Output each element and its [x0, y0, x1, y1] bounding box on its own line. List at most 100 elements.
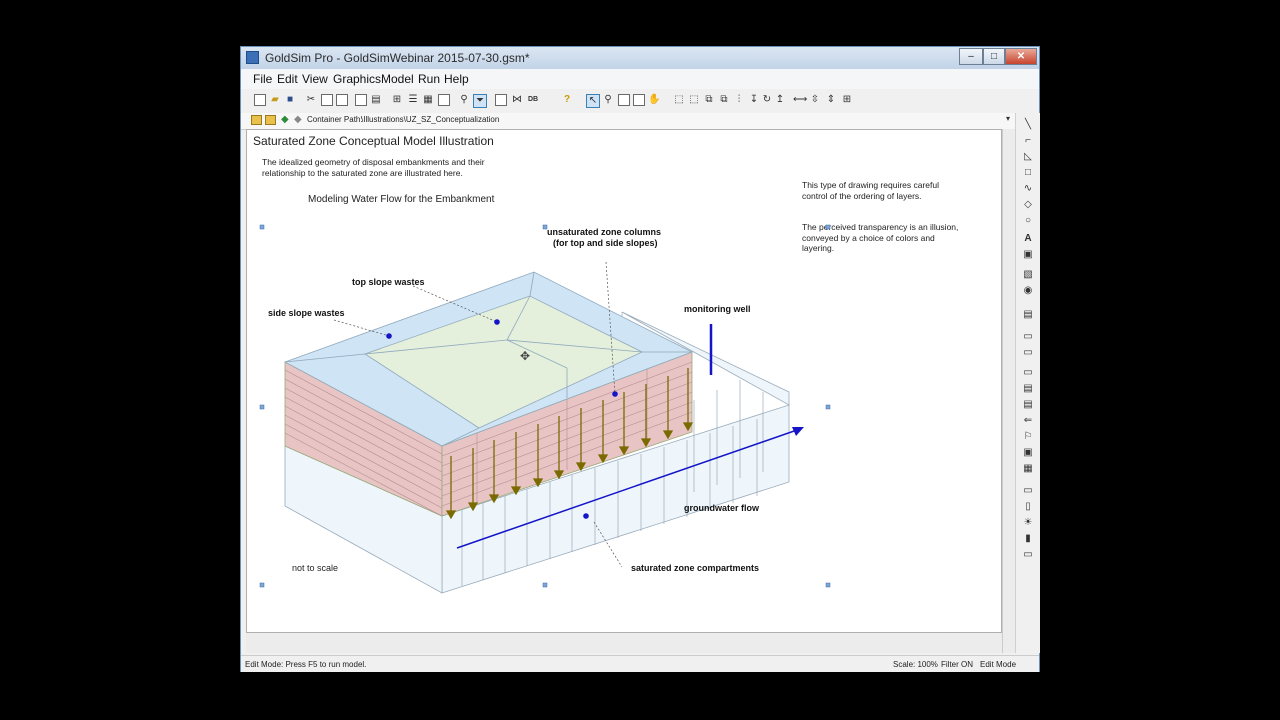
- zoom-area-icon[interactable]: [618, 94, 630, 106]
- path-dropdown-icon[interactable]: ▾: [1006, 114, 1010, 123]
- menu-model[interactable]: Model: [381, 72, 414, 86]
- title-bar[interactable]: GoldSim Pro - GoldSimWebinar 2015-07-30.…: [241, 47, 1039, 69]
- grid-icon[interactable]: ⊞: [841, 94, 853, 106]
- links-icon[interactable]: ⋈: [511, 94, 523, 106]
- help-icon[interactable]: ?: [561, 94, 573, 106]
- graphics-palette: ╲ ⌐ ◺ □ ∿ ◇ ○ A ▣ ▧ ◉ ▤ ▭ ▭ ▭ ▤ ▤ ⇐ ⚐ ▣ …: [1015, 113, 1040, 653]
- ungroup-icon[interactable]: ⬚: [688, 94, 700, 106]
- space-vertical-icon[interactable]: ⇳: [809, 94, 821, 106]
- move-cursor-icon: ✥: [520, 349, 530, 363]
- image-tool-icon[interactable]: ▣: [1022, 249, 1034, 260]
- label-uz-columns-1: unsaturated zone columns: [547, 227, 662, 237]
- container-path-bar: ◆ ◆ Container Path: \Illustrations\UZ_SZ…: [241, 113, 1016, 130]
- element-expression-icon[interactable]: ▭: [1022, 367, 1034, 378]
- globe-icon[interactable]: ◉: [1022, 285, 1034, 296]
- align-icon[interactable]: ⫶: [733, 94, 745, 106]
- text-tool-icon[interactable]: A: [1022, 233, 1034, 244]
- main-toolbar: ▰ ■ ✂ ▤ ⊞ ☰ ▦ ⚲ ⏷ ⋈ DB ? ↖ ⚲ ✋ ⬚ ⬚ ⧉ ⧉ ⫶…: [241, 89, 1039, 114]
- select-pointer-icon[interactable]: ↖: [586, 94, 600, 108]
- rotate-options-icon[interactable]: ↥: [774, 94, 786, 106]
- insert-picture-icon[interactable]: ▧: [1022, 269, 1034, 280]
- label-sz-compartments: saturated zone compartments: [631, 563, 760, 573]
- element-external-icon[interactable]: ▭: [1022, 549, 1034, 560]
- window-title: GoldSim Pro - GoldSimWebinar 2015-07-30.…: [265, 51, 530, 65]
- print-icon[interactable]: ▤: [370, 94, 382, 106]
- label-side-slope: side slope wastes: [268, 308, 345, 318]
- pan-hand-icon[interactable]: ✋: [648, 94, 660, 106]
- menu-file[interactable]: File: [253, 72, 272, 86]
- minimize-button[interactable]: ‒: [959, 48, 983, 65]
- container-path-value[interactable]: \Illustrations\UZ_SZ_Conceptualization: [361, 115, 499, 124]
- folder-root-icon[interactable]: [265, 115, 276, 125]
- space-horizontal-icon[interactable]: ⟷: [793, 94, 807, 106]
- results-icon[interactable]: [495, 94, 507, 106]
- embankment-diagram: ✥: [259, 224, 831, 594]
- status-mode-message: Edit Mode: Press F5 to run model.: [245, 660, 367, 669]
- open-folder-icon[interactable]: ▰: [269, 94, 281, 106]
- menu-view[interactable]: View: [302, 72, 328, 86]
- element-stochastic-icon[interactable]: ▭: [1022, 347, 1034, 358]
- cut-icon[interactable]: ✂: [305, 94, 317, 106]
- menu-edit[interactable]: Edit: [277, 72, 298, 86]
- menu-run[interactable]: Run: [418, 72, 440, 86]
- print-preview-icon[interactable]: [355, 94, 367, 106]
- element-data-icon[interactable]: ▭: [1022, 331, 1034, 342]
- filter-icon[interactable]: ⏷: [473, 94, 487, 108]
- forward-arrow-icon[interactable]: ◆: [294, 114, 302, 125]
- model-canvas[interactable]: Saturated Zone Conceptual Model Illustra…: [246, 129, 1002, 633]
- move-down-icon[interactable]: ↧: [748, 94, 760, 106]
- element-table-icon[interactable]: ▤: [1022, 383, 1034, 394]
- freeform-tool-icon[interactable]: ◇: [1022, 199, 1034, 210]
- rotate-icon[interactable]: ↻: [761, 94, 773, 106]
- container-path-label: Container Path:: [307, 115, 363, 124]
- database-icon[interactable]: DB: [527, 94, 539, 106]
- maximize-button[interactable]: □: [983, 48, 1005, 65]
- label-not-to-scale: not to scale: [292, 563, 339, 573]
- copy-icon[interactable]: [321, 94, 333, 106]
- curve-tool-icon[interactable]: ∿: [1022, 183, 1034, 194]
- chart-icon[interactable]: [438, 94, 450, 106]
- binoculars-icon[interactable]: ⚲: [458, 94, 470, 106]
- list-icon[interactable]: ☰: [407, 94, 419, 106]
- group-icon[interactable]: ⬚: [673, 94, 685, 106]
- element-spreadsheet-icon[interactable]: ▮: [1022, 533, 1034, 544]
- bring-front-icon[interactable]: ⧉: [703, 94, 715, 106]
- close-button[interactable]: ✕: [1005, 48, 1037, 65]
- element-selector-icon[interactable]: ▯: [1022, 501, 1034, 512]
- folder-up-icon[interactable]: [251, 115, 262, 125]
- element-flag-icon[interactable]: ⚐: [1022, 431, 1034, 442]
- status-filter: Filter ON: [941, 660, 973, 669]
- rectangle-tool-icon[interactable]: □: [1022, 167, 1034, 178]
- zoom-fit-icon[interactable]: [633, 94, 645, 106]
- element-script-icon[interactable]: ▣: [1022, 447, 1034, 458]
- send-back-icon[interactable]: ⧉: [718, 94, 730, 106]
- save-icon[interactable]: ■: [284, 94, 296, 106]
- lightbulb-icon[interactable]: ☀: [1022, 517, 1034, 528]
- element-link-icon[interactable]: ⇐: [1022, 415, 1034, 426]
- element-timeseries-icon[interactable]: ▭: [1022, 485, 1034, 496]
- line-tool-icon[interactable]: ╲: [1022, 119, 1034, 130]
- tree-icon[interactable]: ⊞: [391, 94, 403, 106]
- back-arrow-icon[interactable]: ◆: [281, 114, 289, 125]
- element-container-icon[interactable]: ▤: [1022, 309, 1034, 320]
- polyline-tool-icon[interactable]: ⌐: [1022, 135, 1034, 146]
- horizontal-scrollbar[interactable]: [246, 633, 1002, 653]
- new-file-icon[interactable]: [254, 94, 266, 106]
- zoom-icon[interactable]: ⚲: [602, 94, 614, 106]
- label-top-slope: top slope wastes: [352, 277, 425, 287]
- polygon-tool-icon[interactable]: ◺: [1022, 151, 1034, 162]
- status-scale: Scale: 100%: [893, 660, 938, 669]
- menu-help[interactable]: Help: [444, 72, 469, 86]
- label-monitoring-well: monitoring well: [684, 304, 751, 314]
- center-icon[interactable]: ⇕: [825, 94, 837, 106]
- paste-icon[interactable]: [336, 94, 348, 106]
- element-dashboard-icon[interactable]: ▦: [1022, 463, 1034, 474]
- dashboard-icon[interactable]: ▦: [422, 94, 434, 106]
- status-bar: Edit Mode: Press F5 to run model. Scale:…: [241, 655, 1039, 672]
- menu-bar: File Edit View Graphics Model Run Help: [241, 69, 1039, 89]
- goldsim-app-icon: [246, 51, 259, 64]
- element-result-icon[interactable]: ▤: [1022, 399, 1034, 410]
- vertical-scrollbar[interactable]: [1002, 129, 1015, 653]
- menu-graphics[interactable]: Graphics: [333, 72, 381, 86]
- ellipse-tool-icon[interactable]: ○: [1022, 215, 1034, 226]
